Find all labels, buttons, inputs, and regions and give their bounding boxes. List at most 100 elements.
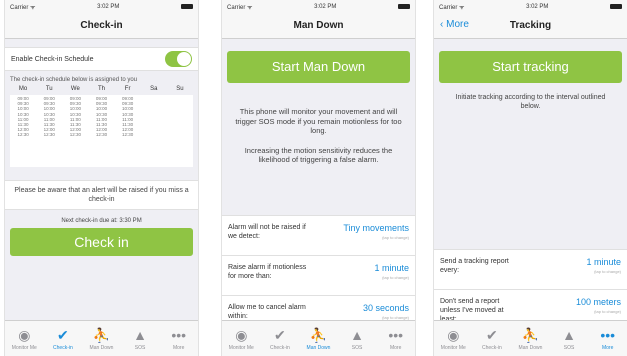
warning-icon: ▲ xyxy=(350,326,364,343)
battery-icon xyxy=(181,4,193,9)
tab-check-in[interactable]: ✔ Check-in xyxy=(44,321,83,356)
setting-row[interactable]: Alarm will not be raised if we detect: Ti… xyxy=(222,216,415,256)
carrier-label: Carrier ᯤ xyxy=(439,4,465,11)
setting-row[interactable]: Send a tracking report every: 1 minute (ta… xyxy=(434,250,627,290)
tab-bar: ◉ Monitor Me ✔ Check-in ⛹ Man Down ▲ SOS ••• More xyxy=(222,320,415,356)
more-icon: ••• xyxy=(600,326,616,343)
tab-label: Man Down xyxy=(306,344,331,351)
day-time-column[interactable] xyxy=(167,95,193,167)
eye-icon: ◉ xyxy=(447,326,460,343)
setting-value[interactable]: 1 minute xyxy=(586,257,621,267)
day-header: Sa xyxy=(150,86,158,92)
status-bar: Carrier ᯤ 3:02 PM xyxy=(434,0,627,13)
tab-sos[interactable]: ▲ SOS xyxy=(338,321,377,356)
setting-value[interactable]: 100 meters xyxy=(576,297,621,307)
next-checkin: Next check-in due at: 3:30 PM xyxy=(61,218,142,224)
tab-check-in[interactable]: ✔ Check-in xyxy=(473,321,512,356)
tab-more[interactable]: ••• More xyxy=(159,321,198,356)
day-header: Fr xyxy=(124,86,131,92)
back-label: More xyxy=(446,19,469,30)
tab-more[interactable]: ••• More xyxy=(376,321,415,356)
nav-bar: ‹ More Tracking xyxy=(434,13,627,39)
tab-monitor-me[interactable]: ◉ Monitor Me xyxy=(5,321,44,356)
schedule-toggle[interactable] xyxy=(165,51,192,67)
setting-value[interactable]: Tiny movements xyxy=(343,223,409,233)
clock: 3:02 PM xyxy=(526,3,549,10)
tab-sos[interactable]: ▲ SOS xyxy=(121,321,160,356)
back-button[interactable]: ‹ More xyxy=(440,19,469,30)
day-time-column[interactable]: 09:00 09:30 10:00 10:30 11:00 11:30 12:00 12:30 xyxy=(10,95,36,167)
battery-icon xyxy=(610,4,622,9)
schedule-time: 12:30 xyxy=(17,132,29,138)
schedule-note: The check-in schedule below is assigned … xyxy=(10,77,138,83)
days-header: Mo Tu We Th Fr Sa Su xyxy=(10,86,193,92)
tab-label: SOS xyxy=(563,344,575,351)
tab-label: SOS xyxy=(351,344,363,351)
tab-check-in[interactable]: ✔ Check-in xyxy=(261,321,300,356)
tap-to-change-hint: (tap to change) xyxy=(594,309,621,314)
day-header: Su xyxy=(176,86,184,92)
clock: 3:02 PM xyxy=(314,3,337,10)
tab-monitor-me[interactable]: ◉ Monitor Me xyxy=(222,321,261,356)
tab-man-down[interactable]: ⛹ Man Down xyxy=(511,321,550,356)
carrier-label: Carrier ᯤ xyxy=(227,4,253,11)
day-time-column[interactable] xyxy=(141,95,167,167)
page-title: Man Down xyxy=(293,20,344,31)
day-header: Tu xyxy=(45,86,53,92)
clock: 3:02 PM xyxy=(97,3,120,10)
day-time-column[interactable]: 09:00 09:30 10:00 10:30 11:00 11:30 12:00 12:30 xyxy=(36,95,62,167)
page-title: Check-in xyxy=(80,20,123,31)
day-time-column[interactable]: 09:00 09:30 10:00 10:30 11:00 11:30 12:00 12:30 xyxy=(115,95,141,167)
tab-label: Check-in xyxy=(53,344,73,351)
schedule-time: 12:30 xyxy=(95,132,108,138)
tap-to-change-hint: (tap to change) xyxy=(382,275,409,280)
schedule-time: 12:30 xyxy=(122,132,134,138)
tracking-settings: Send a tracking report every: 1 minute (ta… xyxy=(434,249,627,330)
tab-bar: ◉ Monitor Me ✔ Check-in ⛹ Man Down ▲ SOS ••• More xyxy=(5,320,198,356)
tab-label: Man Down xyxy=(518,344,543,351)
checkmark-icon: ✔ xyxy=(486,326,498,343)
tab-monitor-me[interactable]: ◉ Monitor Me xyxy=(434,321,473,356)
schedule-times: 09:00 09:30 10:00 10:30 11:00 11:30 12:00 12:30… xyxy=(10,95,193,167)
setting-value[interactable]: 30 seconds xyxy=(363,303,409,313)
eye-icon: ◉ xyxy=(18,326,31,343)
day-header: Mo xyxy=(18,86,28,92)
warning-icon: ▲ xyxy=(133,326,147,343)
tab-label: Check-in xyxy=(482,344,502,351)
alert-note: Please be aware that an alert will be ra… xyxy=(5,180,198,210)
tab-label: Monitor Me xyxy=(11,344,37,351)
checkin-screen: Carrier ᯤ 3:02 PM Check-in Enable Check-… xyxy=(4,0,199,356)
more-icon: ••• xyxy=(171,326,187,343)
tab-label: More xyxy=(172,344,185,351)
tab-man-down[interactable]: ⛹ Man Down xyxy=(82,321,121,356)
tap-to-change-hint: (tap to change) xyxy=(382,235,409,240)
schedule-time: 12:30 xyxy=(43,132,55,138)
day-time-column[interactable]: 09:00 09:30 10:00 10:30 11:00 11:30 12:00 12:30 xyxy=(62,95,88,167)
man-down-icon: ⛹ xyxy=(309,326,328,343)
tab-bar: ◉ Monitor Me ✔ Check-in ⛹ Man Down ▲ SOS ••• More xyxy=(434,320,627,356)
tab-sos[interactable]: ▲ SOS xyxy=(550,321,589,356)
start-man-down-button[interactable]: Start Man Down xyxy=(227,51,410,83)
tab-more[interactable]: ••• More xyxy=(588,321,627,356)
tab-label: Man Down xyxy=(89,344,114,351)
toggle-label: Enable Check-in Schedule xyxy=(11,55,94,63)
setting-label: Raise alarm if motionless for more than: xyxy=(228,264,307,280)
status-bar: Carrier ᯤ 3:02 PM xyxy=(5,0,198,13)
day-time-column[interactable]: 09:00 09:30 10:00 10:30 11:00 11:30 12:00 12:30 xyxy=(88,95,114,167)
mandown-screen: Carrier ᯤ 3:02 PM Man Down Start Man Dow… xyxy=(221,0,416,356)
warning-icon: ▲ xyxy=(562,326,576,343)
setting-row[interactable]: Raise alarm if motionless for more than:… xyxy=(222,256,415,296)
schedule-table: Mo Tu We Th Fr Sa Su 09:00 09:30 10:00 10:30 11:00… xyxy=(10,86,193,167)
day-header: Th xyxy=(97,86,105,92)
tracking-screen: Carrier ᯤ 3:02 PM ‹ More Tracking Start … xyxy=(433,0,627,356)
check-in-button[interactable]: Check in xyxy=(10,228,193,256)
tab-man-down[interactable]: ⛹ Man Down xyxy=(299,321,338,356)
checkmark-icon: ✔ xyxy=(274,326,286,343)
man-down-icon: ⛹ xyxy=(521,326,540,343)
day-header: We xyxy=(70,86,80,92)
more-icon: ••• xyxy=(388,326,404,343)
toggle-knob xyxy=(177,52,191,66)
start-tracking-button[interactable]: Start tracking xyxy=(439,51,622,83)
setting-value[interactable]: 1 minute xyxy=(374,263,409,273)
tab-label: Monitor Me xyxy=(228,344,254,351)
